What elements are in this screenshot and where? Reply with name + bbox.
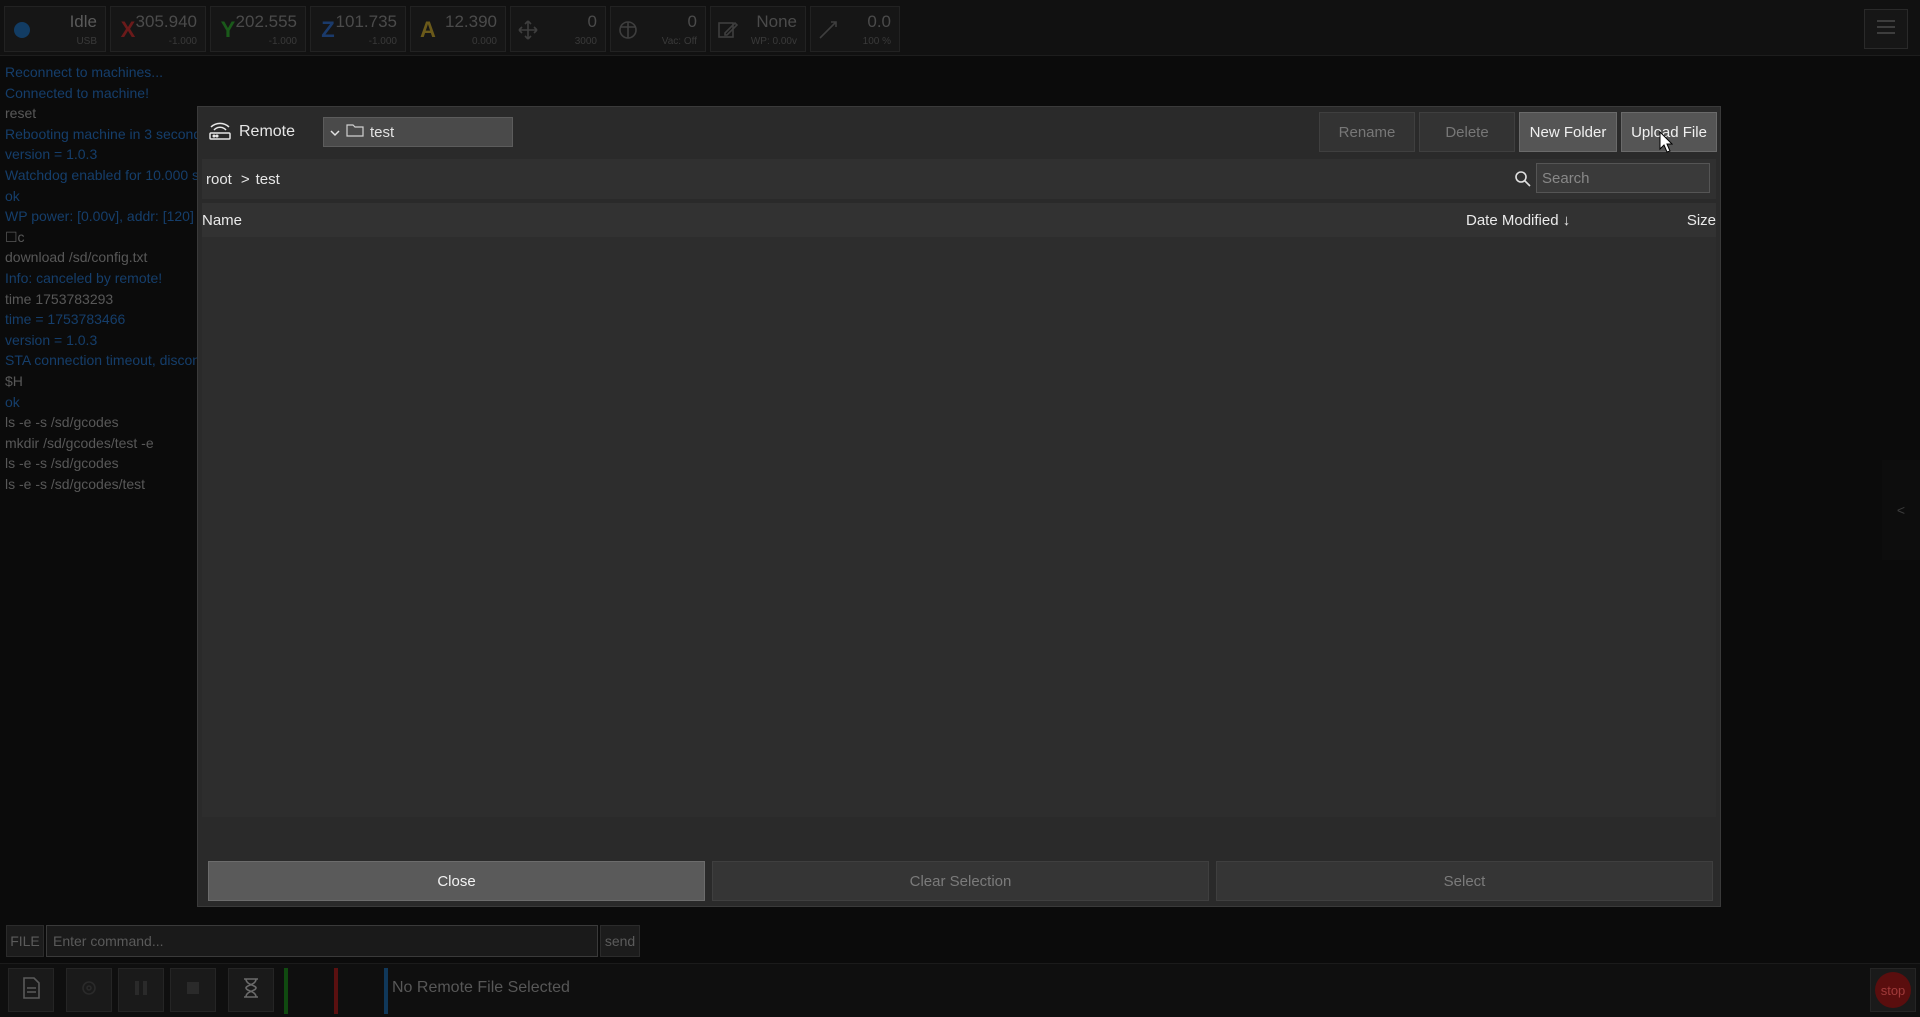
open-file-button[interactable] <box>8 968 54 1012</box>
send-button[interactable]: send <box>600 925 640 957</box>
axis-a-cell[interactable]: A 12.390 0.000 <box>410 6 506 52</box>
laser-sub: 100 % <box>862 36 891 47</box>
rename-button[interactable]: Rename <box>1319 112 1415 152</box>
square-icon <box>183 978 203 1003</box>
move-icon <box>517 19 539 41</box>
axis-x-cell[interactable]: X 305.940 -1.000 <box>110 6 206 52</box>
mouse-cursor <box>1659 130 1674 153</box>
connection-type: USB <box>76 36 97 47</box>
search-input[interactable] <box>1536 163 1710 193</box>
remote-label: Remote <box>239 123 296 140</box>
file-list[interactable] <box>202 237 1716 817</box>
timer-button[interactable] <box>228 968 274 1012</box>
axis-y-value: 202.555 <box>235 12 297 31</box>
command-input[interactable] <box>46 925 598 957</box>
machine-state: Idle <box>69 12 97 31</box>
select-button[interactable]: Select <box>1216 861 1713 901</box>
wcs-cell[interactable]: None WP: 0.00v <box>710 6 806 52</box>
stop-job-button[interactable] <box>170 968 216 1012</box>
remote-source: Remote <box>207 120 295 144</box>
file-icon <box>20 976 42 1005</box>
menu-button[interactable] <box>1864 9 1908 49</box>
gear-icon <box>78 977 100 1004</box>
hourglass-icon <box>242 977 260 1004</box>
router-icon <box>207 118 233 147</box>
axis-z-value: 101.735 <box>335 12 397 31</box>
breadcrumb: root > test <box>202 159 1716 199</box>
folder-select[interactable]: test <box>323 117 513 147</box>
red-indicator <box>334 968 338 1014</box>
delete-button[interactable]: Delete <box>1419 112 1515 152</box>
axis-a-sub: 0.000 <box>471 36 497 47</box>
file-list-header: Name Date Modified ↓ Size <box>202 203 1716 237</box>
axis-x-value: 305.940 <box>135 12 197 31</box>
stop-label: stop <box>1875 972 1911 1008</box>
axis-z-cell[interactable]: Z 101.735 -1.000 <box>310 6 406 52</box>
laser-icon <box>817 19 839 41</box>
check-button[interactable] <box>66 968 112 1012</box>
chevron-down-icon <box>330 124 340 141</box>
search-icon <box>1514 170 1532 188</box>
close-button[interactable]: Close <box>208 861 705 901</box>
laser-value: 0.0 <box>867 12 891 31</box>
status-bar: Idle USB X 305.940 -1.000 Y 202.555 -1.0… <box>0 0 1920 56</box>
spindle-cell[interactable]: 0 Vac: Off <box>610 6 706 52</box>
file-browser-dialog: Remote test Rename Delete New Folder Upl… <box>197 106 1721 907</box>
breadcrumb-root[interactable]: root <box>206 171 232 188</box>
bottom-bar: No Remote File Selected stop <box>0 963 1920 1017</box>
axis-y-sub: -1.000 <box>268 36 297 47</box>
green-indicator <box>284 968 288 1014</box>
breadcrumb-current[interactable]: test <box>256 171 280 188</box>
feed-sub: 3000 <box>574 36 597 47</box>
new-folder-button[interactable]: New Folder <box>1519 112 1617 152</box>
feed-cell[interactable]: 0 3000 <box>510 6 606 52</box>
breadcrumb-separator: > <box>240 170 250 188</box>
clear-selection-button[interactable]: Clear Selection <box>712 861 1209 901</box>
blue-indicator <box>384 968 388 1014</box>
menu-icon <box>1875 18 1897 41</box>
status-dot-icon <box>11 19 33 41</box>
laser-cell[interactable]: 0.0 100 % <box>810 6 900 52</box>
pause-button[interactable] <box>118 968 164 1012</box>
spindle-icon <box>617 19 639 41</box>
column-size[interactable]: Size <box>1687 212 1716 229</box>
console-line: Connected to machine! <box>5 84 149 101</box>
folder-icon <box>346 123 364 141</box>
machine-state-cell[interactable]: Idle USB <box>4 6 106 52</box>
feed-value: 0 <box>587 12 597 31</box>
console-line: Reconnect to machines... <box>5 64 163 80</box>
axis-z-sub: -1.000 <box>368 36 397 47</box>
file-button[interactable]: FILE <box>6 925 44 957</box>
spindle-sub: Vac: Off <box>661 36 697 47</box>
pause-icon <box>131 978 151 1003</box>
wcs-sub: WP: 0.00v <box>750 36 797 47</box>
folder-select-value: test <box>370 123 395 141</box>
axis-a-letter: A <box>420 17 436 42</box>
emergency-stop-button[interactable]: stop <box>1870 968 1916 1012</box>
side-panel-toggle[interactable]: < <box>1882 460 1920 560</box>
axis-x-sub: -1.000 <box>168 36 197 47</box>
column-date-modified[interactable]: Date Modified ↓ <box>1466 212 1570 229</box>
axis-a-value: 12.390 <box>445 12 497 31</box>
job-status: No Remote File Selected <box>392 979 570 996</box>
axis-y-cell[interactable]: Y 202.555 -1.000 <box>210 6 306 52</box>
dialog-header: Remote test Rename Delete New Folder Upl… <box>198 107 1720 155</box>
wcs-value: None <box>756 12 797 31</box>
pen-icon <box>717 19 739 41</box>
spindle-value: 0 <box>687 12 697 31</box>
column-name[interactable]: Name <box>202 212 242 229</box>
